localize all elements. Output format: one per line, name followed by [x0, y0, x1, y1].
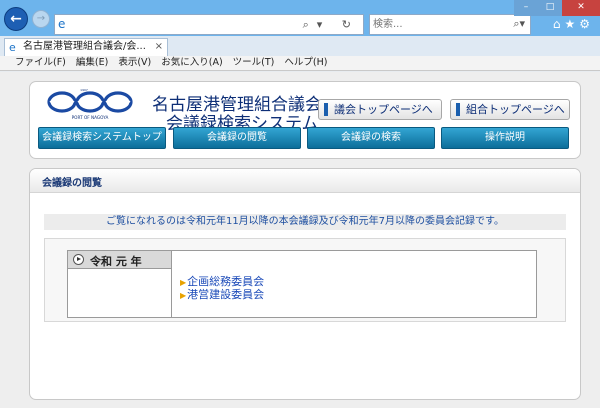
- ie-page-icon: e: [58, 17, 66, 31]
- link-bar-icon: [324, 103, 328, 116]
- menu-bar: ファイル(F) 編集(E) 表示(V) お気に入り(A) ツール(T) ヘルプ(…: [0, 56, 600, 71]
- assembly-top-link[interactable]: 議会トップページへ: [318, 99, 442, 120]
- tab-title: 名古屋港管理組合議会/会...: [23, 41, 146, 52]
- address-bar[interactable]: e ⌕▾ ↻: [54, 14, 364, 35]
- search-input[interactable]: [373, 17, 493, 32]
- committee-link-port-construction[interactable]: ▶港営建設委員会: [180, 289, 264, 302]
- triangle-right-icon: ▶: [180, 278, 187, 287]
- logo-caption: PORT OF NAGOYA: [72, 115, 109, 120]
- minimize-button[interactable]: –: [514, 0, 538, 16]
- year-table: 令和 元 年 ▶企画総務委員会 ▶港営建設委員会: [67, 250, 537, 318]
- back-button[interactable]: ←: [4, 7, 28, 31]
- forward-button[interactable]: →: [32, 10, 50, 28]
- union-top-label: 組合トップページへ: [466, 103, 565, 116]
- browser-tab[interactable]: e 名古屋港管理組合議会/会... ×: [4, 38, 168, 56]
- site-header: 1907 PORT OF NAGOYA 名古屋港管理組合議会 会議録検索システム…: [29, 81, 581, 159]
- records-box: 令和 元 年 ▶企画総務委員会 ▶港営建設委員会: [44, 238, 566, 322]
- nav-search-records[interactable]: 会議録の検索: [307, 127, 435, 149]
- search-box[interactable]: ⌕▾: [369, 14, 531, 35]
- link-bar-icon: [456, 103, 460, 116]
- window-controls: – □ ✕: [514, 0, 600, 16]
- tab-strip: e 名古屋港管理組合議会/会... ×: [0, 36, 600, 56]
- main-navigation: 会議録検索システムトップ 会議録の閲覧 会議録の検索 操作説明: [38, 127, 572, 149]
- union-top-link[interactable]: 組合トップページへ: [450, 99, 570, 120]
- year-left-column: [68, 269, 172, 317]
- page-title: 会議録の閲覧: [42, 178, 102, 189]
- search-icon[interactable]: ⌕▾: [513, 17, 525, 31]
- svg-text:1907: 1907: [80, 88, 88, 92]
- play-circle-icon: [73, 254, 84, 265]
- content-header: 会議録の閲覧: [30, 169, 580, 193]
- page-viewport: 1907 PORT OF NAGOYA 名古屋港管理組合議会 会議録検索システム…: [0, 72, 600, 408]
- menu-edit[interactable]: 編集(E): [71, 56, 113, 69]
- nav-help[interactable]: 操作説明: [441, 127, 569, 149]
- content-panel: 会議録の閲覧 ご覧になれるのは令和元年11月以降の本会議録及び令和元年7月以降の…: [29, 168, 581, 400]
- ie-tab-icon: e: [9, 41, 16, 54]
- menu-file[interactable]: ファイル(F): [10, 56, 71, 69]
- address-controls[interactable]: ⌕▾ ↻: [303, 18, 359, 32]
- close-button[interactable]: ✕: [562, 0, 600, 16]
- availability-notice: ご覧になれるのは令和元年11月以降の本会議録及び令和元年7月以降の委員会記録です…: [44, 214, 566, 230]
- browser-titlebar: ← → e ⌕▾ ↻ ⌕▾ – □ ✕ ⌂★⚙: [0, 0, 600, 36]
- menu-tools[interactable]: ツール(T): [228, 56, 280, 69]
- committee-list: ▶企画総務委員会 ▶港営建設委員会: [180, 276, 264, 302]
- menu-view[interactable]: 表示(V): [113, 56, 156, 69]
- triangle-right-icon: ▶: [180, 291, 187, 300]
- year-header-cell[interactable]: 令和 元 年: [68, 251, 172, 269]
- browser-tool-icons[interactable]: ⌂★⚙: [553, 17, 594, 31]
- menu-favorites[interactable]: お気に入り(A): [156, 56, 227, 69]
- assembly-top-label: 議会トップページへ: [334, 103, 433, 116]
- tab-close-icon[interactable]: ×: [155, 39, 163, 55]
- menu-help[interactable]: ヘルプ(H): [279, 56, 332, 69]
- year-label: 令和 元 年: [90, 255, 142, 268]
- port-logo[interactable]: 1907 PORT OF NAGOYA: [44, 87, 136, 121]
- nav-browse-records[interactable]: 会議録の閲覧: [173, 127, 301, 149]
- nav-system-top[interactable]: 会議録検索システムトップ: [38, 127, 166, 149]
- maximize-button[interactable]: □: [538, 0, 562, 16]
